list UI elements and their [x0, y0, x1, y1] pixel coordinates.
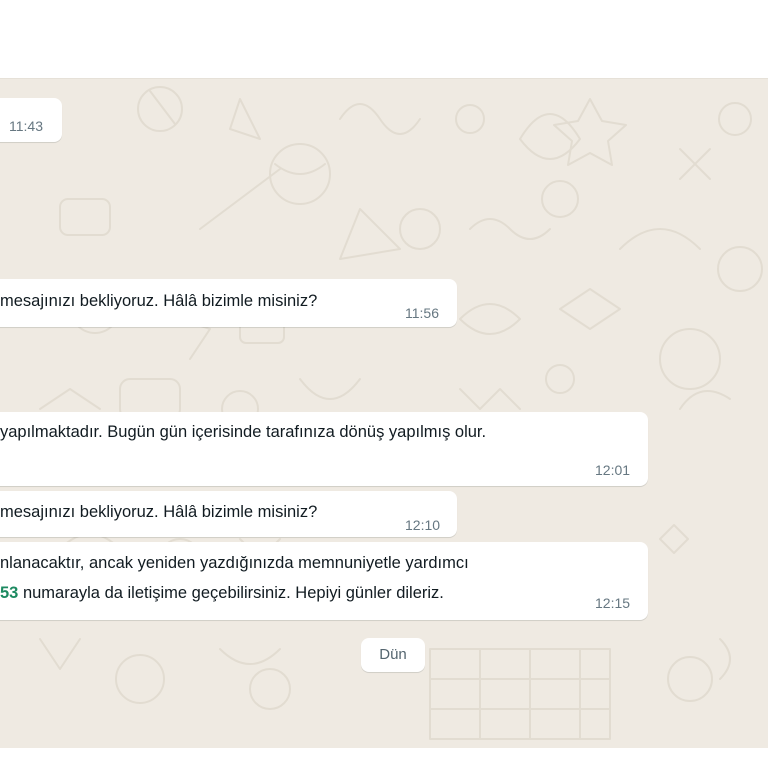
- chat-footer-area: [0, 748, 768, 768]
- message-text-line-2: 53 numarayla da iletişime geçebilirsiniz…: [0, 584, 444, 602]
- message-timestamp: 12:01: [595, 462, 631, 478]
- message-text: mesajınızı bekliyoruz. Hâlâ bizimle misi…: [0, 503, 318, 521]
- message-timestamp: 12:15: [595, 595, 631, 611]
- message-text: mesajınızı bekliyoruz. Hâlâ bizimle misi…: [0, 292, 318, 310]
- message-bubble-2[interactable]: mesajınızı bekliyoruz. Hâlâ bizimle misi…: [0, 279, 457, 327]
- chat-message-list[interactable]: 11:43 mesajınızı bekliyoruz. Hâlâ biziml…: [0, 78, 768, 749]
- phone-number-link[interactable]: 53: [0, 584, 18, 602]
- message-timestamp: 12:10: [405, 517, 441, 533]
- message-bubble-3[interactable]: yapılmaktadır. Bugün gün içerisinde tara…: [0, 412, 648, 486]
- message-bubble-1[interactable]: 11:43: [0, 98, 62, 142]
- message-bubble-5[interactable]: nlanacaktır, ancak yeniden yazdığınızda …: [0, 542, 648, 620]
- message-timestamp: 11:43: [9, 118, 43, 134]
- message-bubble-4[interactable]: mesajınızı bekliyoruz. Hâlâ bizimle misi…: [0, 491, 457, 537]
- date-separator: Dün: [361, 638, 425, 672]
- chat-header-area: [0, 0, 768, 78]
- message-text-line-1: nlanacaktır, ancak yeniden yazdığınızda …: [0, 554, 469, 572]
- message-timestamp: 11:56: [405, 305, 439, 321]
- message-text: yapılmaktadır. Bugün gün içerisinde tara…: [0, 423, 487, 441]
